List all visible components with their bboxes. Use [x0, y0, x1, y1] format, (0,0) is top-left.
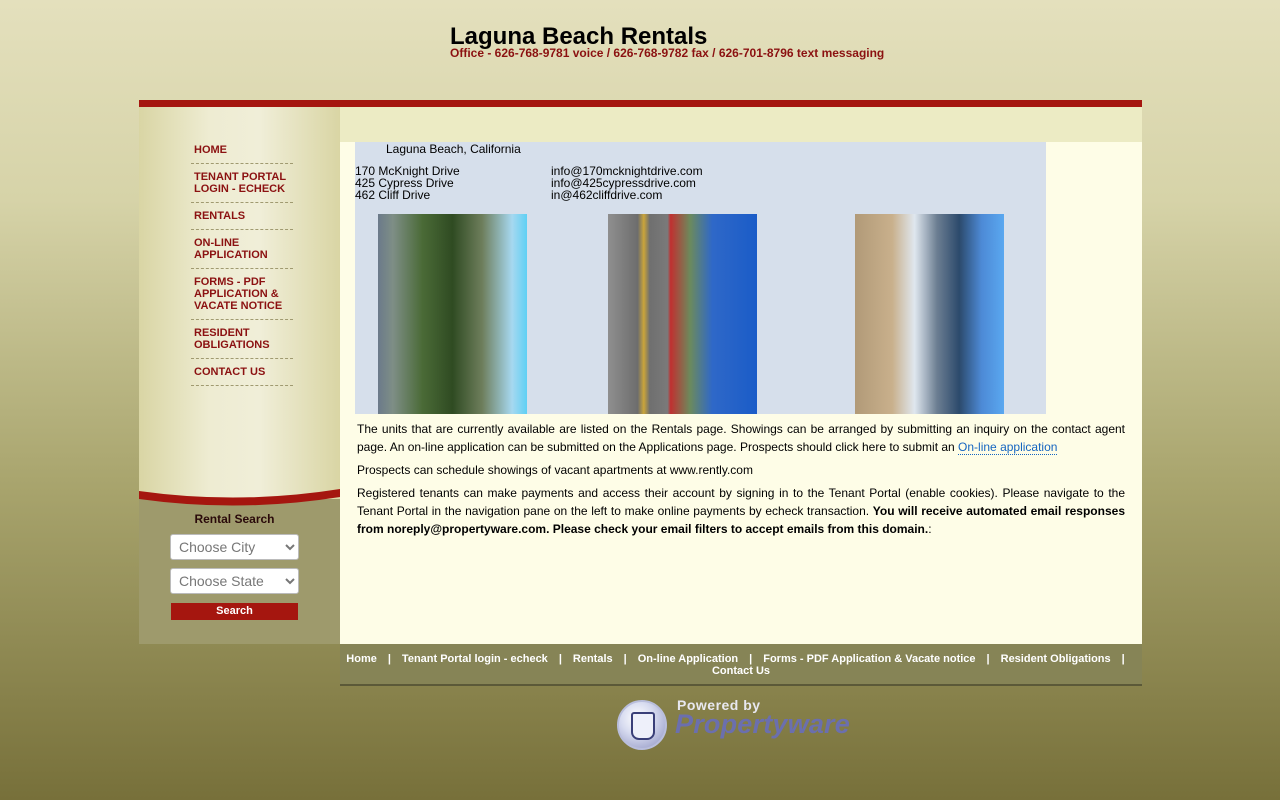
site-header: Laguna Beach Rentals Office - 626-768-97…: [450, 24, 885, 61]
office-contact: Office - 626-768-9781 voice / 626-768-97…: [450, 46, 885, 60]
footer-separator: |: [1121, 653, 1125, 665]
availability-paragraph: The units that are currently available a…: [357, 422, 1125, 455]
nav-forms[interactable]: FORMS - PDF APPLICATION & VACATE NOTICE: [191, 269, 293, 320]
footer-link-rentals[interactable]: Rentals: [573, 653, 613, 665]
tenant-portal-paragraph: Registered tenants can make payments and…: [357, 486, 1125, 536]
footer-separator: |: [749, 653, 753, 665]
propertyware-brand: Propertyware: [675, 709, 850, 739]
nav-resident-obligations[interactable]: RESIDENT OBLIGATIONS: [191, 320, 293, 359]
footer-separator: |: [986, 653, 990, 665]
top-accent-bar: [139, 100, 1142, 107]
nav-swoosh: [139, 489, 340, 506]
propertyware-logo-icon: [617, 700, 667, 750]
city-select[interactable]: Choose City: [170, 534, 299, 560]
email-list: info@170mcknightdrive.com info@425cypres…: [551, 165, 703, 201]
state-select[interactable]: Choose State: [170, 568, 299, 594]
main-top-band: [340, 107, 1142, 142]
footer-separator: |: [623, 653, 627, 665]
footer-link-resident-obligations[interactable]: Resident Obligations: [1001, 653, 1111, 665]
footer-link-tenant-portal[interactable]: Tenant Portal login - echeck: [402, 653, 548, 665]
property-info-box: Laguna Beach, California 170 McKnight Dr…: [355, 142, 1046, 414]
footer-link-home[interactable]: Home: [346, 653, 377, 665]
rental-search: Rental Search Choose City Choose State S…: [139, 512, 340, 620]
footer-link-contact-us[interactable]: Contact Us: [712, 665, 770, 677]
search-button[interactable]: Search: [171, 603, 298, 620]
property-photo-cypress: [608, 214, 757, 414]
property-photo-mcknight: [378, 214, 527, 414]
address-list: 170 McKnight Drive 425 Cypress Drive 462…: [355, 165, 460, 201]
main-nav: HOME TENANT PORTAL LOGIN - ECHECK RENTALS…: [191, 137, 293, 386]
nav-contact-us[interactable]: CONTACT US: [191, 359, 293, 386]
footer-separator: |: [387, 653, 391, 665]
showings-paragraph: Prospects can schedule showings of vacan…: [357, 463, 753, 477]
email-item: in@462cliffdrive.com: [551, 188, 663, 202]
rental-search-title: Rental Search: [194, 512, 275, 526]
footer-link-forms[interactable]: Forms - PDF Application & Vacate notice: [763, 653, 975, 665]
address-item: 462 Cliff Drive: [355, 188, 431, 202]
footer-link-online-application[interactable]: On-line Application: [638, 653, 738, 665]
page-container: HOME TENANT PORTAL LOGIN - ECHECK RENTALS…: [139, 107, 1142, 644]
city-label: Laguna Beach, California: [386, 142, 521, 156]
nav-rentals[interactable]: RENTALS: [191, 203, 293, 230]
online-application-link[interactable]: On-line application: [958, 440, 1058, 455]
intro-text: The units that are currently available a…: [357, 420, 1125, 543]
main-content: Laguna Beach, California 170 McKnight Dr…: [340, 107, 1142, 644]
powered-by-propertyware[interactable]: Powered by Propertyware: [615, 697, 875, 757]
sidebar: HOME TENANT PORTAL LOGIN - ECHECK RENTALS…: [139, 107, 340, 644]
nav-tenant-portal[interactable]: TENANT PORTAL LOGIN - ECHECK: [191, 164, 293, 203]
footer-separator: |: [558, 653, 562, 665]
nav-online-application[interactable]: ON-LINE APPLICATION: [191, 230, 293, 269]
property-photo-cliff: [855, 214, 1004, 414]
nav-home[interactable]: HOME: [191, 137, 293, 164]
footer-nav: Home | Tenant Portal login - echeck | Rental…: [340, 644, 1142, 686]
